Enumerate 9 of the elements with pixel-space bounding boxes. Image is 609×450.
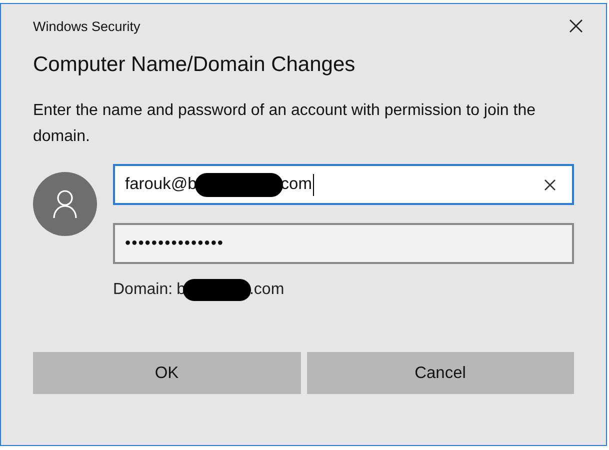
- dialog-heading: Computer Name/Domain Changes: [33, 53, 356, 77]
- ok-button[interactable]: OK: [33, 352, 300, 394]
- cancel-button[interactable]: Cancel: [306, 352, 574, 394]
- password-field[interactable]: •••••••••••••••: [113, 223, 574, 264]
- clear-icon[interactable]: [544, 178, 556, 190]
- window-title: Windows Security: [33, 18, 140, 34]
- instruction-text: Enter the name and password of an account with permission to join the domain.: [33, 101, 537, 147]
- domain-label: Domain:: [113, 281, 173, 299]
- close-icon[interactable]: [569, 19, 583, 33]
